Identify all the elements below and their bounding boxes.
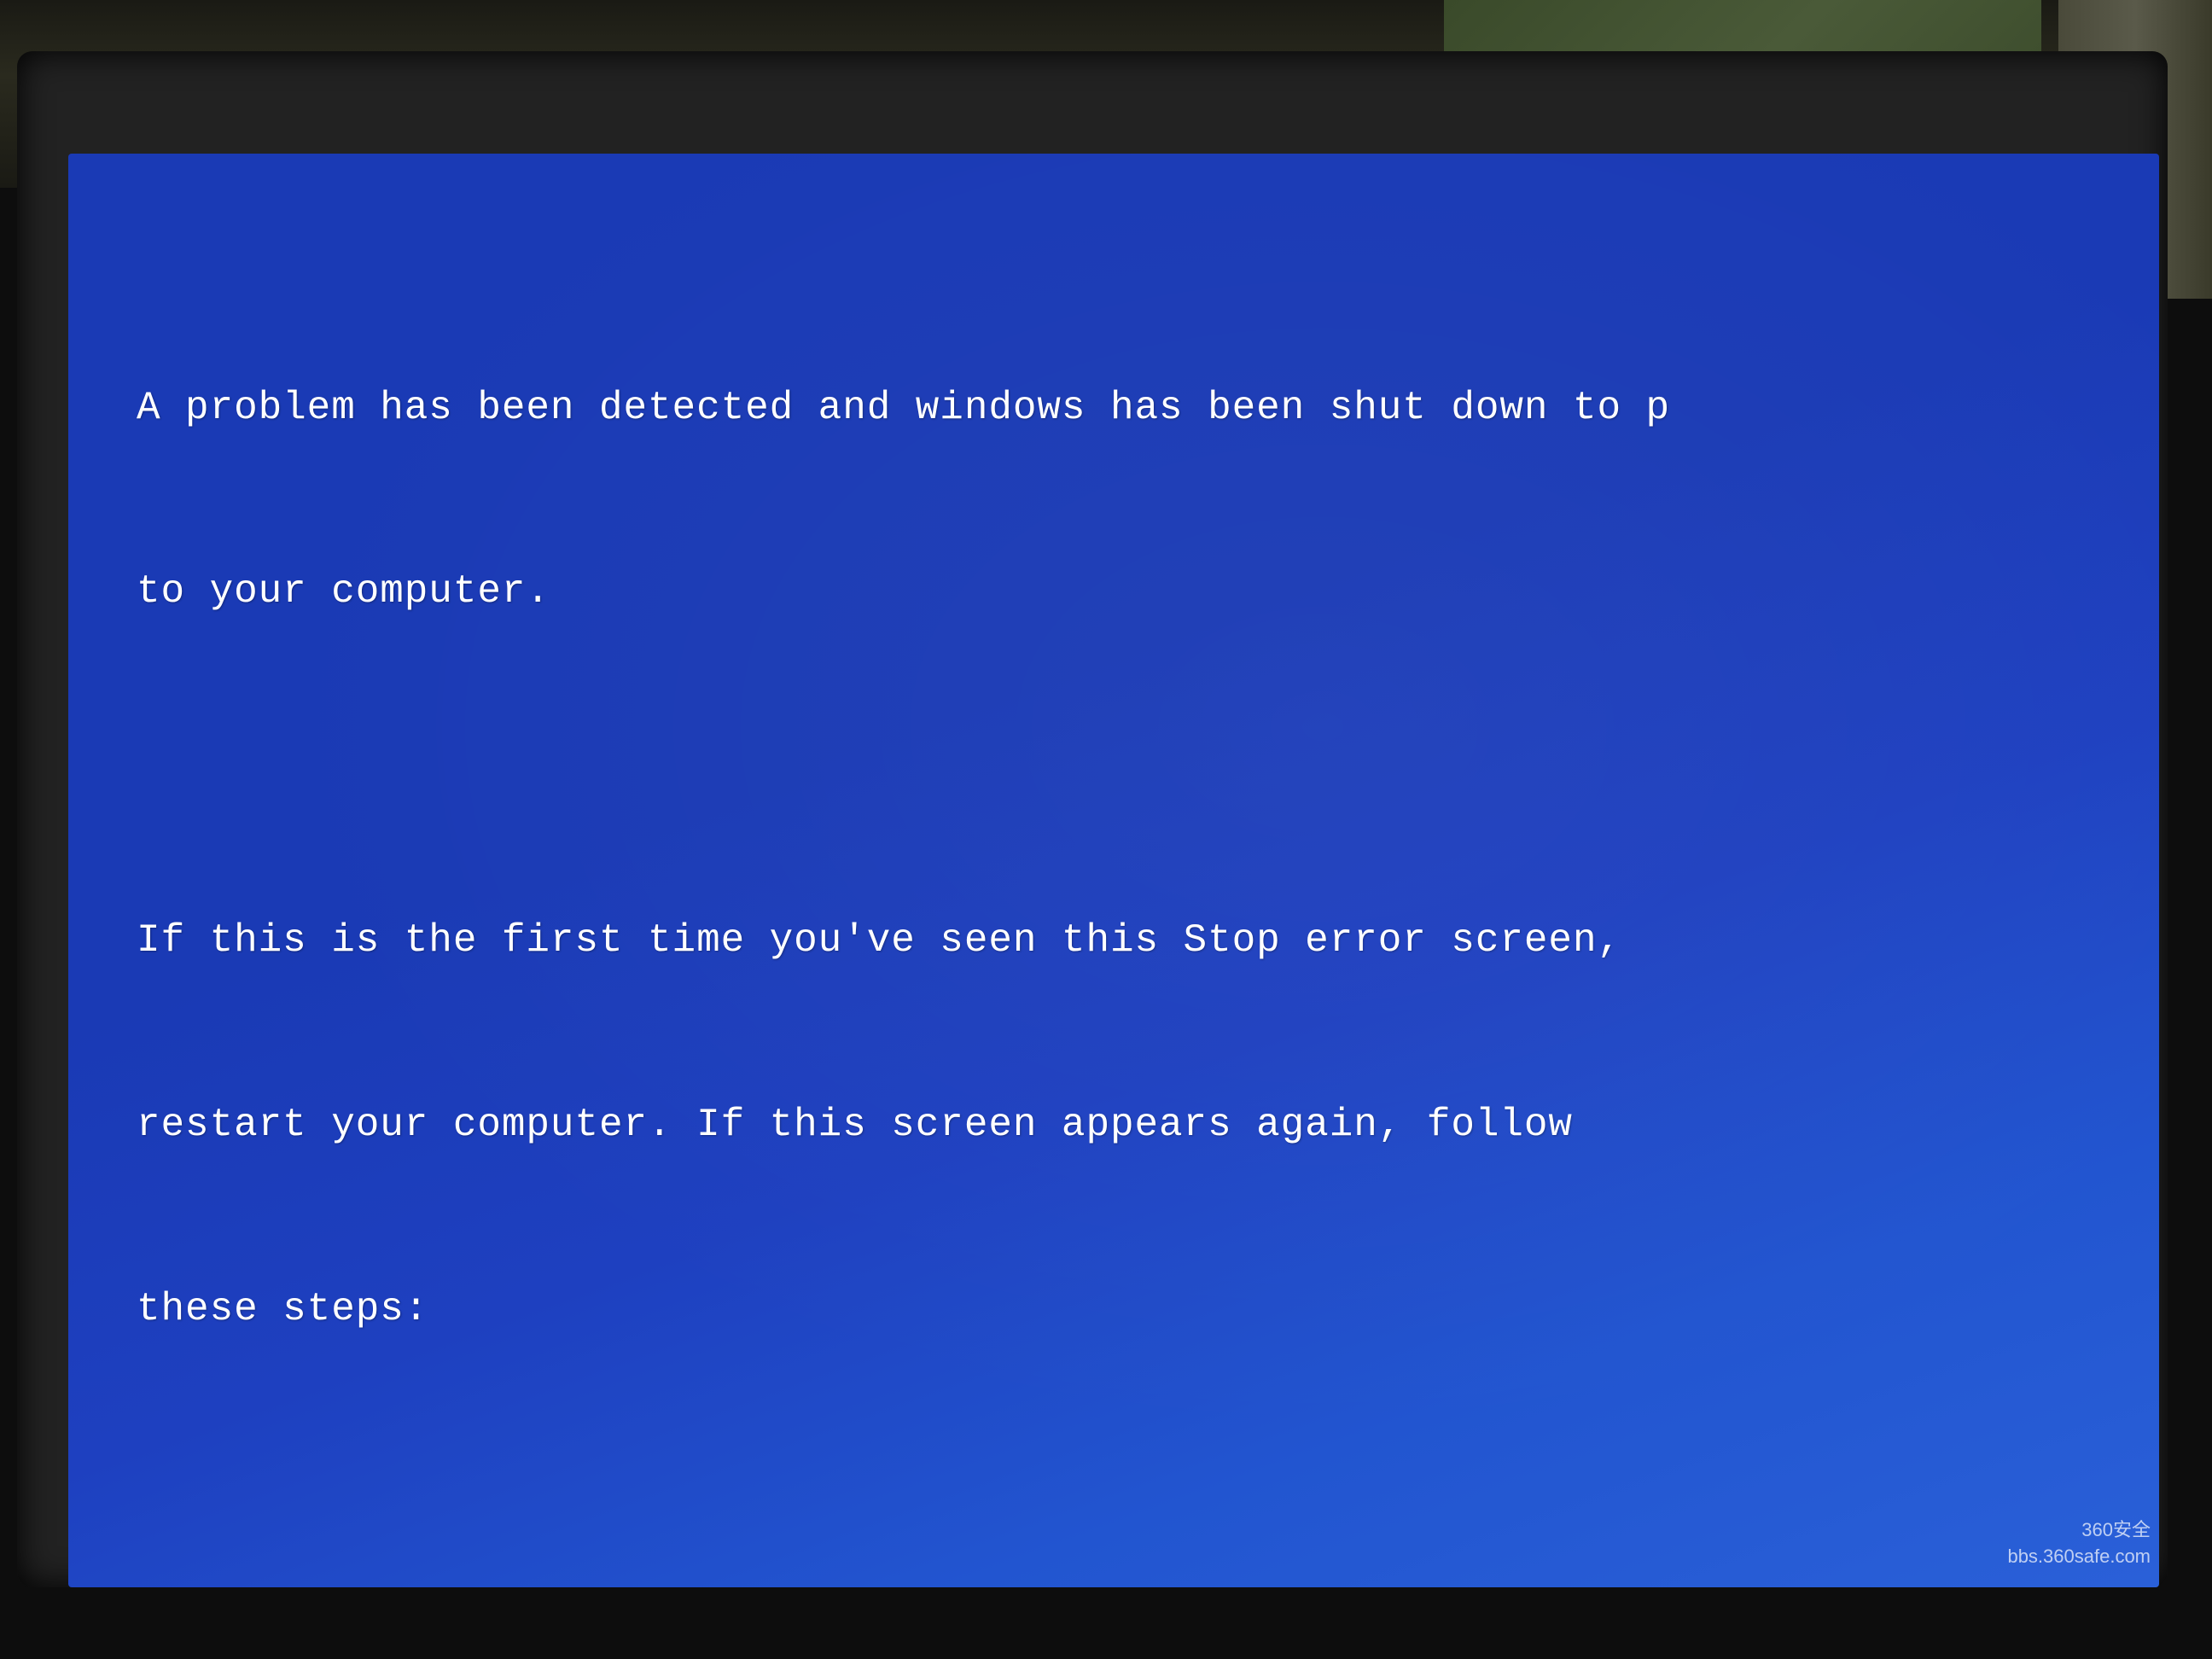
bsod-line-4: restart your computer. If this screen ap… xyxy=(137,1095,2014,1155)
bsod-line-3: If this is the first time you've seen th… xyxy=(137,911,2014,971)
watermark: 360安全 bbs.360safe.com xyxy=(2007,1517,2151,1570)
bsod-line-1: A problem has been detected and windows … xyxy=(137,378,2014,439)
bsod-line-2: to your computer. xyxy=(137,562,2014,622)
watermark-line1: 360安全 xyxy=(2007,1517,2151,1544)
bsod-line-5: these steps: xyxy=(137,1279,2014,1340)
photo-frame: A problem has been detected and windows … xyxy=(0,0,2212,1659)
monitor-bezel: A problem has been detected and windows … xyxy=(17,51,2168,1587)
bsod-screen: A problem has been detected and windows … xyxy=(68,154,2159,1587)
bsod-blank-1 xyxy=(137,746,2014,789)
bsod-content: A problem has been detected and windows … xyxy=(137,256,2014,1587)
watermark-line2: bbs.360safe.com xyxy=(2007,1544,2151,1570)
bsod-blank-2 xyxy=(137,1464,2014,1506)
